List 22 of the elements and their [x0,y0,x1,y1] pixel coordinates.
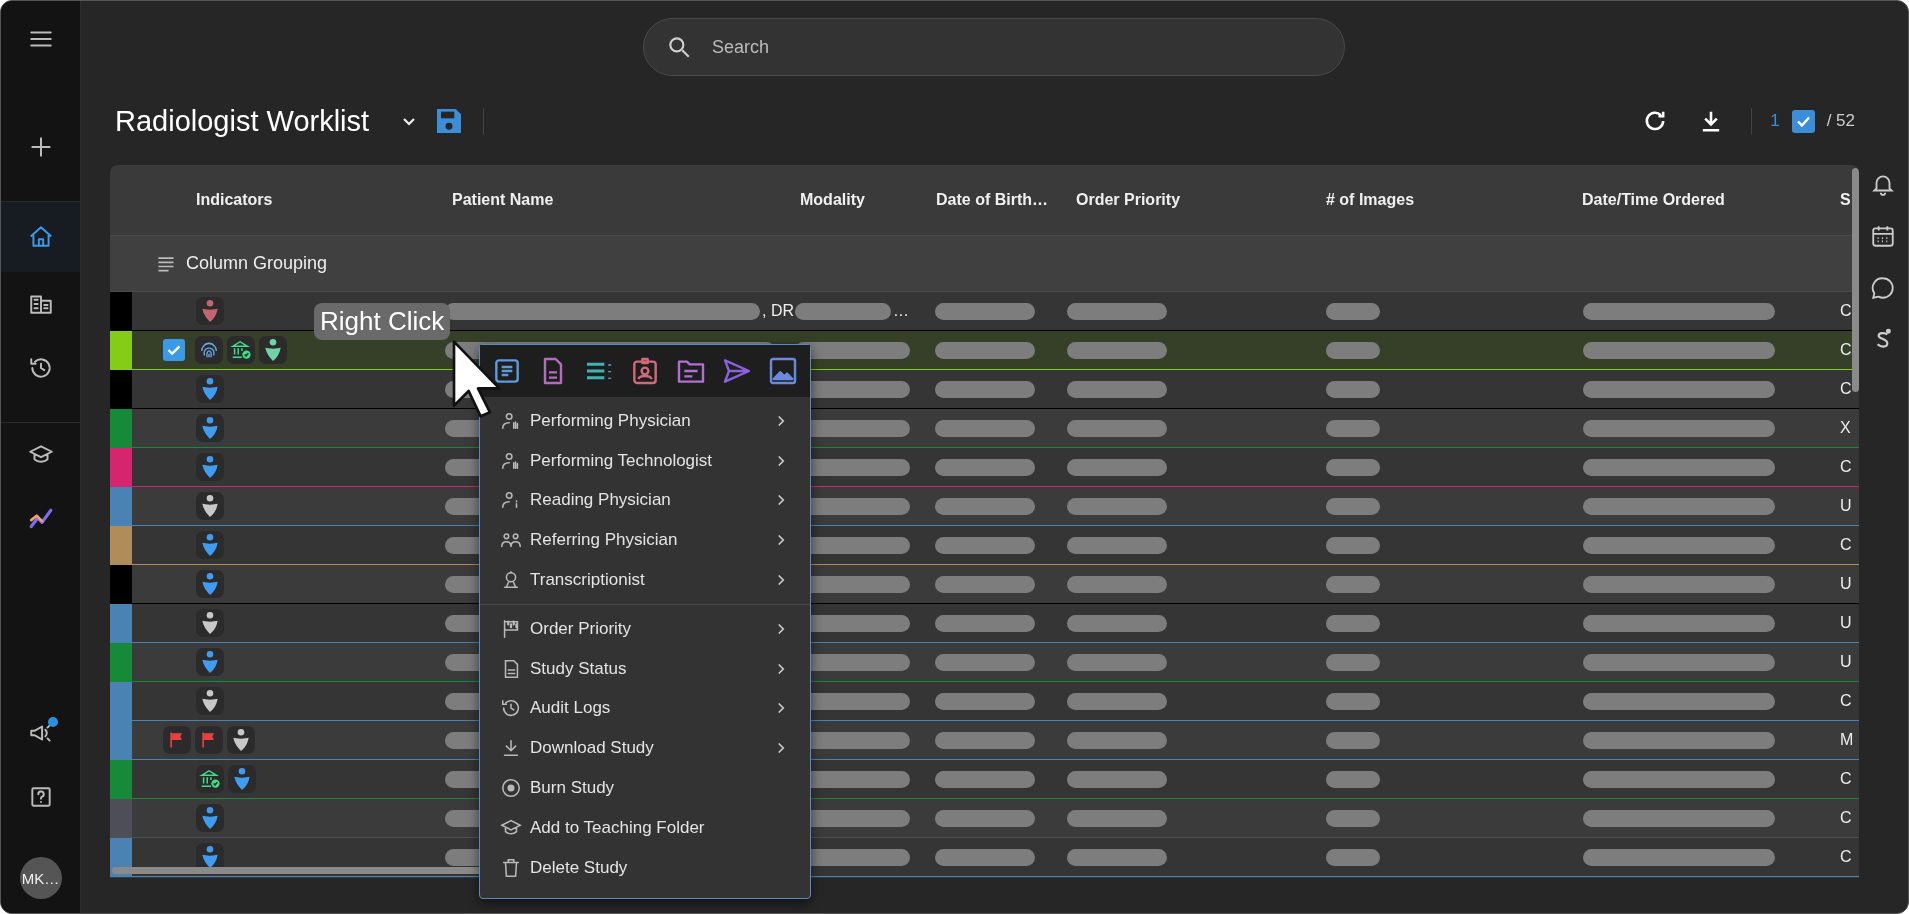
table-cell: C [1840,341,1852,359]
table-cell: C [1840,458,1852,476]
table-cell: X [1840,419,1851,437]
table-cell: C [1840,536,1852,554]
table-cell: U [1840,575,1852,593]
grouping-label: Column Grouping [186,253,328,274]
tooltip: Right Click [314,303,451,340]
table-cell: C [1840,809,1852,827]
table-cell: C [1840,848,1852,866]
table-cell: C [1840,302,1852,320]
table-cell: U [1840,614,1852,632]
table-cell: … [893,302,909,320]
total-count: / 52 [1826,111,1855,131]
selected-count: 1 [1770,111,1780,131]
table-cell: C [1840,380,1852,398]
table-cell: C [1840,770,1852,788]
page-title: Radiologist Worklist [114,104,370,138]
table-cell: U [1840,653,1852,671]
table-cell: , DR [762,302,794,320]
table-cell: M [1840,731,1854,749]
table-cell: C [1840,692,1852,710]
table-cell: U [1840,497,1852,515]
